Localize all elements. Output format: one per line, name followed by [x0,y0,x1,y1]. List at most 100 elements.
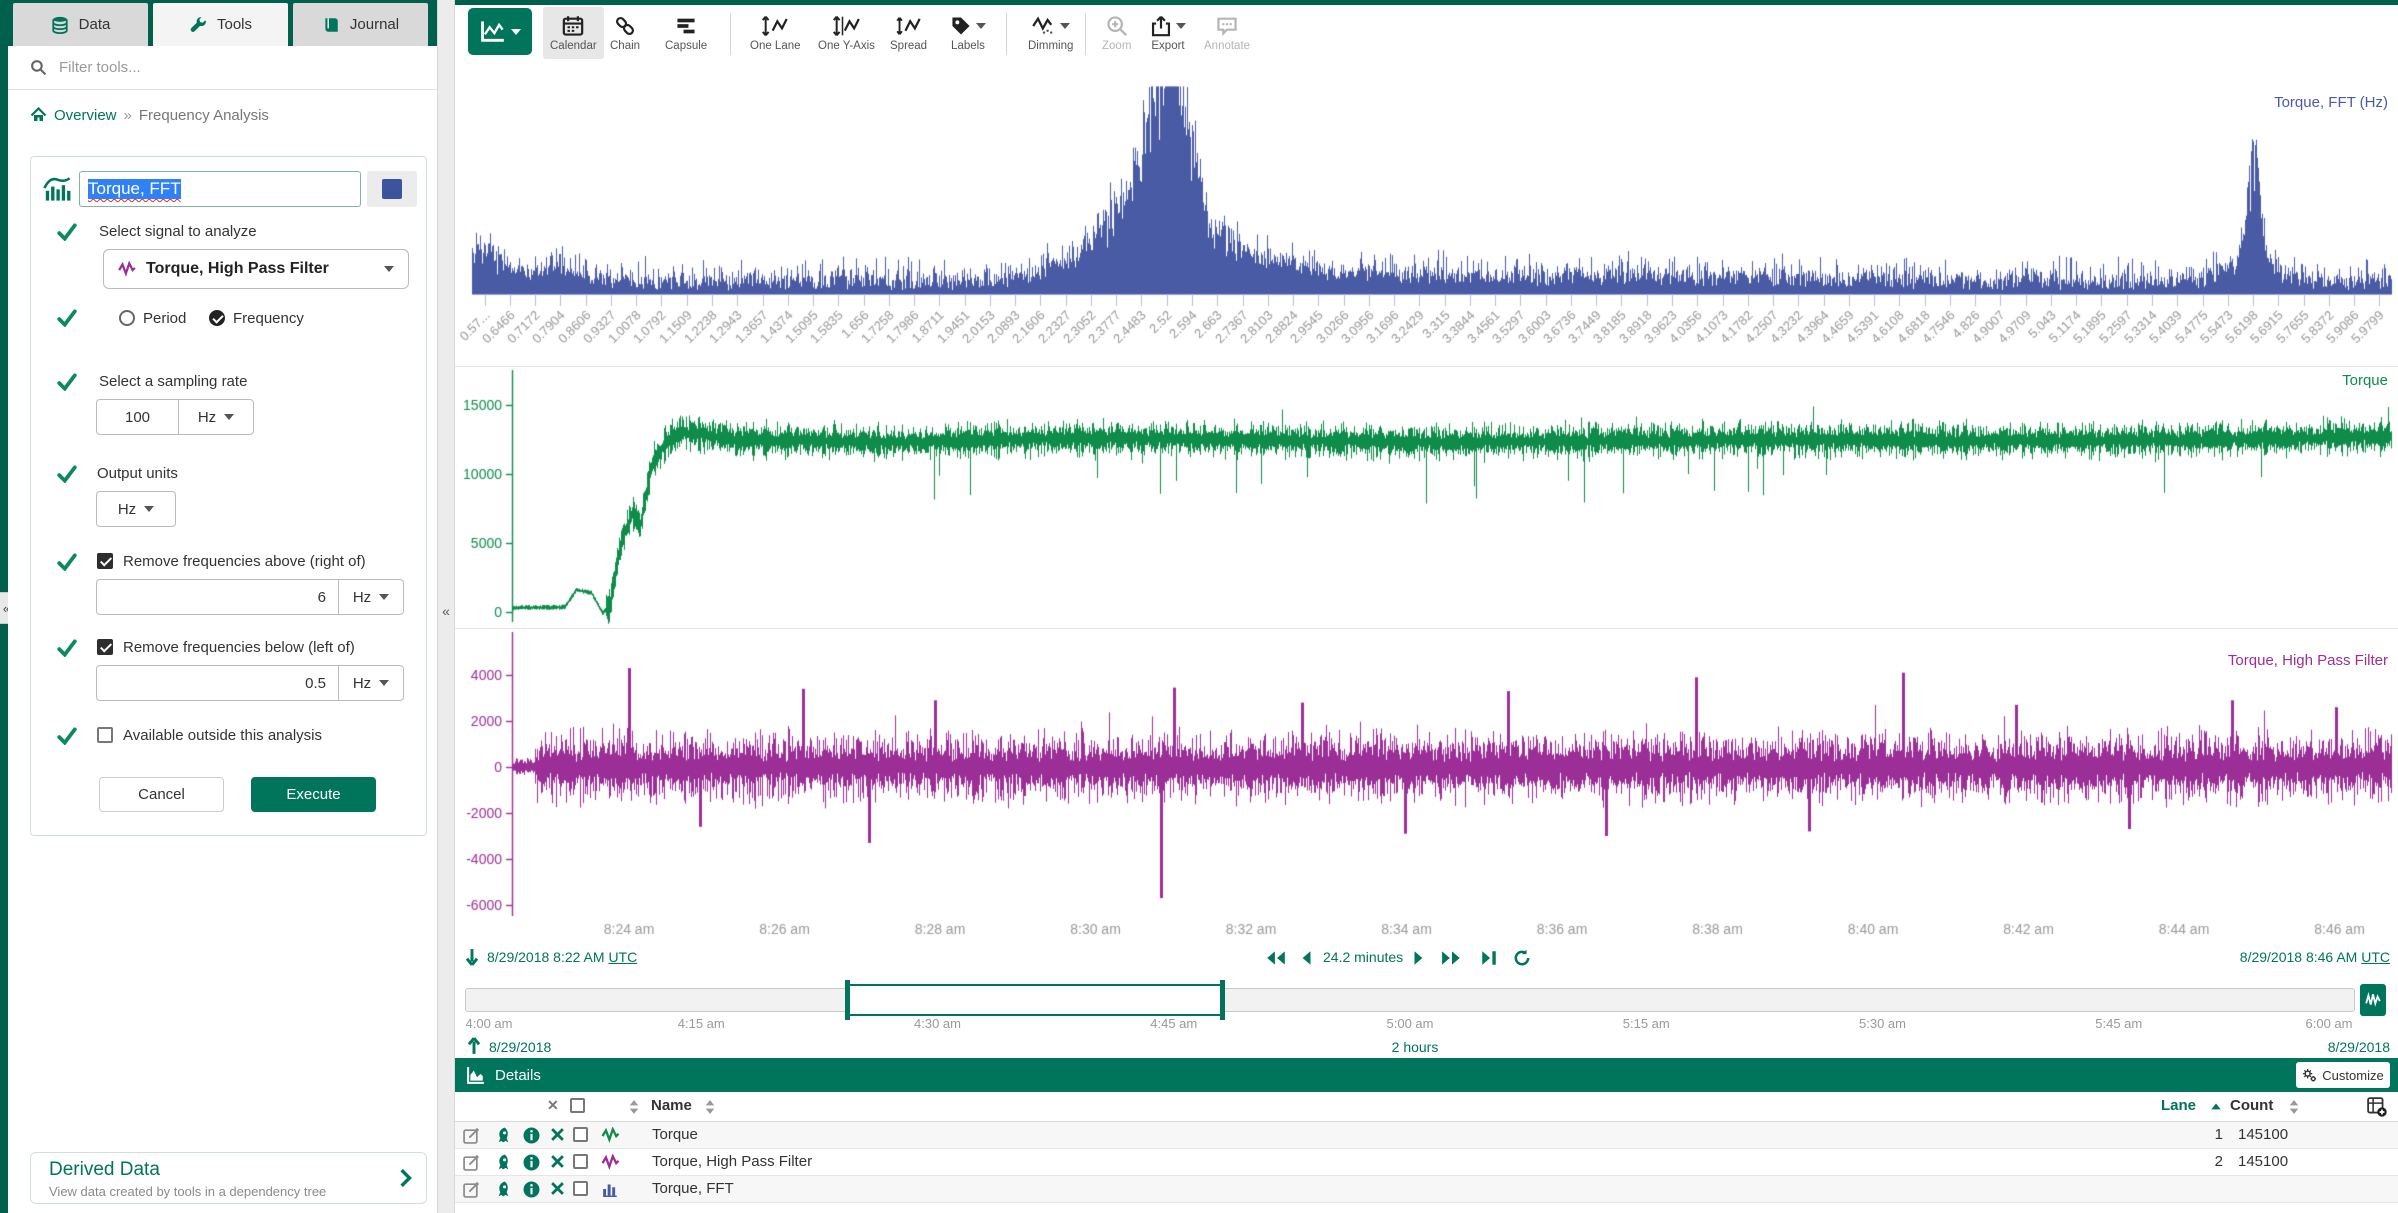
toolbar-spread-button[interactable]: Spread [883,7,934,59]
one-lane-icon [761,15,789,37]
step-forward-icon[interactable] [1413,949,1425,967]
breadcrumb-separator: » [124,107,132,124]
remove-above-checkbox[interactable] [97,553,113,569]
output-units-select[interactable]: Hz [96,491,176,527]
period-radio[interactable] [119,310,135,326]
rocket-icon[interactable] [495,1181,512,1198]
remove-icon[interactable] [550,1181,565,1196]
toolbar-calendar-button[interactable]: Calendar [543,7,604,59]
view-mode-button[interactable] [468,8,532,55]
rocket-icon[interactable] [495,1154,512,1171]
selection-left-handle[interactable] [845,980,850,1020]
display-range-row: 8/29/2018 8:22 AM UTC 24.2 minutes 8/29/… [455,942,2398,976]
rocket-icon[interactable] [495,1127,512,1144]
scrubber-end-date[interactable]: 8/29/2018 [2328,1039,2390,1055]
signal-select-dropdown[interactable]: Torque, High Pass Filter [103,249,409,289]
toolbar-export-button[interactable]: Export [1143,7,1193,59]
row-checkbox[interactable] [573,1127,588,1142]
scrubber-duration[interactable]: 2 hours [455,1039,2375,1055]
row-checkbox[interactable] [573,1154,588,1169]
step-back-icon[interactable] [1300,949,1312,967]
edit-icon[interactable] [463,1181,480,1198]
table-row[interactable]: Torque, High Pass Filter 2 145100 [455,1149,2398,1176]
row-name[interactable]: Torque [652,1126,698,1143]
info-icon[interactable] [523,1181,540,1198]
toolbar-one-lane-button[interactable]: One Lane [743,7,808,59]
remove-above-unit-select[interactable]: Hz [338,579,404,615]
torque-chart-title: Torque [2342,372,2388,389]
sampling-rate-unit-select[interactable]: Hz [178,399,254,435]
tab-journal[interactable]: Journal [293,3,428,46]
edit-icon[interactable] [463,1154,480,1171]
remove-below-checkbox[interactable] [97,639,113,655]
toolbar-one-y-axis-button[interactable]: One Y-Axis [811,7,882,59]
step-back-large-icon[interactable] [1265,949,1287,967]
count-column-header[interactable]: Count [2230,1097,2273,1114]
range-end-timezone[interactable]: UTC [2361,949,2390,965]
home-icon[interactable] [30,107,47,123]
range-start-text: 8/29/2018 8:22 AM [487,949,605,965]
torque-chart-canvas[interactable] [458,366,2398,628]
filter-tools-input[interactable] [57,58,401,77]
selection-right-handle[interactable] [1220,980,1225,1020]
breadcrumb-overview-link[interactable]: Overview [54,107,117,124]
available-outside-checkbox[interactable] [97,727,113,743]
sort-icon[interactable] [2287,1099,2301,1115]
customize-button[interactable]: Customize [2296,1062,2390,1088]
execute-button[interactable]: Execute [251,777,376,812]
table-row[interactable]: Torque, FFT [455,1176,2398,1203]
sort-icon[interactable] [627,1099,641,1115]
add-column-icon[interactable] [2367,1097,2387,1117]
range-start-timezone[interactable]: UTC [608,949,637,965]
scrubber-chart-toggle-button[interactable] [2360,984,2386,1016]
row-checkbox[interactable] [573,1181,588,1196]
toolbar-labels-button[interactable]: Labels [943,7,993,59]
result-name-input[interactable]: Torque, FFT [79,171,361,207]
sampling-rate-input[interactable]: 100 [96,399,179,435]
step-to-end-icon[interactable] [1481,949,1497,967]
range-start-datetime[interactable]: 8/29/2018 8:22 AM UTC [487,949,637,965]
tab-data-label: Data [79,16,111,33]
collapse-sidebar-handle[interactable]: « [438,598,454,624]
range-end-datetime[interactable]: 8/29/2018 8:46 AM UTC [2240,949,2390,965]
toolbar-capsule-button[interactable]: Capsule [658,7,714,59]
tab-data[interactable]: Data [13,3,148,46]
remove-below-unit-select[interactable]: Hz [338,665,404,701]
name-column-header[interactable]: Name [651,1097,692,1114]
timeline-scrubber-track[interactable] [465,988,2355,1012]
row-name[interactable]: Torque, High Pass Filter [652,1153,812,1170]
color-picker-button[interactable] [367,171,417,207]
select-all-checkbox[interactable] [570,1098,585,1113]
fft-chart-canvas[interactable] [458,66,2398,366]
remove-above-input[interactable]: 6 [96,579,339,615]
row-name[interactable]: Torque, FFT [652,1180,734,1197]
timeline-selection-window[interactable] [847,984,1223,1016]
table-row[interactable]: Torque 1 145100 [455,1122,2398,1149]
tab-journal-label: Journal [350,16,399,33]
sort-icon[interactable] [703,1099,717,1115]
remove-below-input[interactable]: 0.5 [96,665,339,701]
details-table-header: ✕ Name Lane Count [455,1092,2398,1122]
toolbar-calendar-label: Calendar [550,40,597,52]
lane-column-header[interactable]: Lane [2161,1097,2196,1114]
high-pass-filter-chart-canvas[interactable] [458,628,2398,940]
derived-data-card[interactable]: Derived Data View data created by tools … [30,1152,427,1204]
cancel-button[interactable]: Cancel [99,777,224,812]
info-icon[interactable] [523,1154,540,1171]
range-duration[interactable]: 24.2 minutes [1323,949,1403,965]
remove-icon[interactable] [550,1154,565,1169]
toolbar-chain-button[interactable]: Chain [603,7,647,59]
remove-icon[interactable] [550,1127,565,1142]
details-panel-header: Details [455,1058,2398,1092]
sort-asc-icon [2209,1100,2223,1114]
remove-all-icon[interactable]: ✕ [547,1097,559,1114]
refresh-icon[interactable] [1513,949,1531,967]
step-forward-large-icon[interactable] [1441,949,1463,967]
frequency-radio[interactable] [209,310,225,326]
tab-tools[interactable]: Tools [153,3,288,46]
info-icon[interactable] [523,1127,540,1144]
tab-tools-label: Tools [217,16,252,33]
scrubber-tick-label: 4:45 am [1150,1016,1197,1031]
edit-icon[interactable] [463,1127,480,1144]
toolbar-dimming-button[interactable]: Dimming [1021,7,1080,59]
